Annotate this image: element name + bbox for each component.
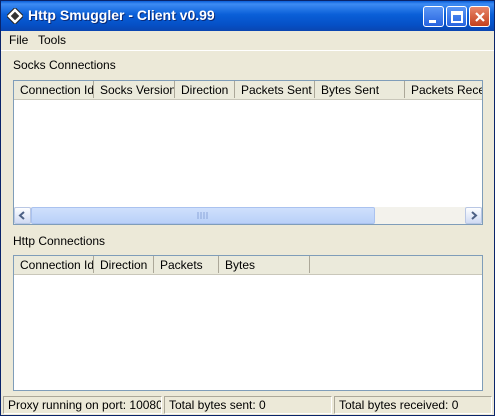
column-header[interactable]: Connection Id [14,256,94,273]
minimize-icon [429,20,436,23]
column-header[interactable]: Bytes Sent [315,81,405,98]
app-window: Http Smuggler - Client v0.99 File Tools … [0,0,495,416]
maximize-icon [451,11,463,23]
socks-connections-list[interactable]: Connection Id Socks Version Direction Pa… [13,80,483,225]
socks-list-header: Connection Id Socks Version Direction Pa… [14,81,482,100]
socks-horizontal-scrollbar[interactable] [14,207,482,224]
menu-bar: File Tools [1,31,494,51]
close-icon [475,12,485,22]
scroll-right-icon [471,211,478,220]
column-header[interactable]: Direction [175,81,235,98]
column-header[interactable]: Packets [154,256,219,273]
minimize-button[interactable] [423,6,444,27]
status-bytes-sent: Total bytes sent: 0 [164,396,332,414]
column-header[interactable]: Packets Sent [235,81,315,98]
column-header[interactable]: Packets Received [405,81,482,98]
menu-tools[interactable]: Tools [38,33,66,47]
scroll-right-button[interactable] [465,207,482,224]
column-header[interactable]: Socks Version [94,81,175,98]
http-list-header: Connection Id Direction Packets Bytes [14,256,482,275]
window-title: Http Smuggler - Client v0.99 [28,7,215,23]
maximize-button[interactable] [446,6,467,27]
http-connections-list[interactable]: Connection Id Direction Packets Bytes [13,255,483,391]
column-header[interactable]: Connection Id [14,81,94,98]
column-header[interactable]: Direction [94,256,154,273]
socks-connections-label: Socks Connections [13,58,116,72]
title-bar[interactable]: Http Smuggler - Client v0.99 [1,1,494,31]
status-bytes-received: Total bytes received: 0 [334,396,492,414]
status-port: Proxy running on port: 10080 [3,396,162,414]
scroll-left-icon [18,211,25,220]
column-header[interactable]: Bytes [219,256,310,273]
close-button[interactable] [469,6,490,27]
app-icon [7,8,23,24]
scroll-grip-icon [197,212,208,219]
scroll-left-button[interactable] [14,207,31,224]
menu-file[interactable]: File [9,33,28,47]
http-connections-label: Http Connections [13,234,106,248]
status-bar: Proxy running on port: 10080 Total bytes… [1,394,494,415]
scroll-thumb[interactable] [31,207,375,224]
